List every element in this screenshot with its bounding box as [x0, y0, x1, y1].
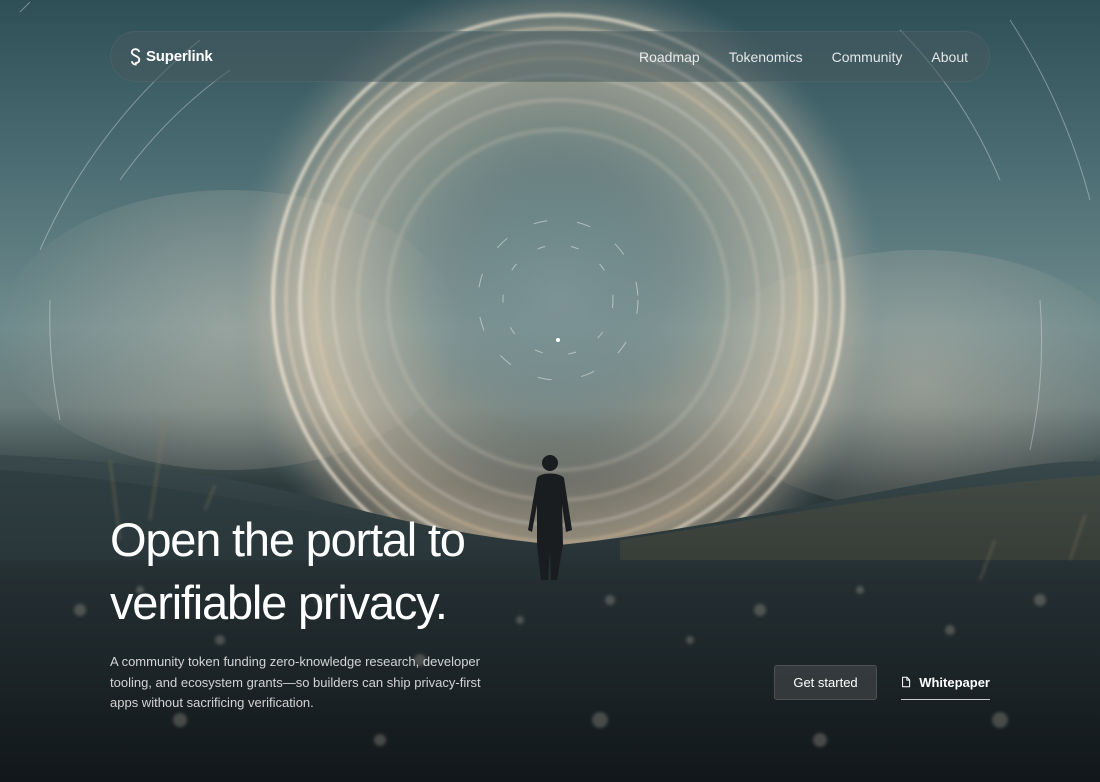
- hero-headline-line-1: Open the portal to: [110, 513, 466, 566]
- whitepaper-link[interactable]: Whitepaper: [901, 665, 990, 700]
- nav-link-roadmap[interactable]: Roadmap: [639, 49, 700, 65]
- top-navbar: Superlink Roadmap Tokenomics Community A…: [110, 31, 990, 82]
- get-started-button[interactable]: Get started: [774, 665, 877, 700]
- s-logo-icon: [130, 47, 141, 66]
- nav-links: Roadmap Tokenomics Community About: [639, 49, 968, 65]
- hero-subcopy: A community token funding zero-knowledge…: [110, 654, 481, 710]
- nav-link-tokenomics[interactable]: Tokenomics: [729, 49, 803, 65]
- nav-link-community[interactable]: Community: [832, 49, 903, 65]
- whitepaper-label: Whitepaper: [919, 674, 990, 690]
- document-icon: [902, 676, 911, 688]
- hero-section: Superlink Roadmap Tokenomics Community A…: [0, 0, 1100, 782]
- nav-link-about[interactable]: About: [931, 49, 968, 65]
- hero-headline: Open the portal to verifiable privacy.: [110, 508, 550, 634]
- hero-headline-line-2: verifiable privacy.: [110, 576, 448, 629]
- brand-name: Superlink: [146, 48, 213, 65]
- brand-logo[interactable]: Superlink: [130, 47, 213, 66]
